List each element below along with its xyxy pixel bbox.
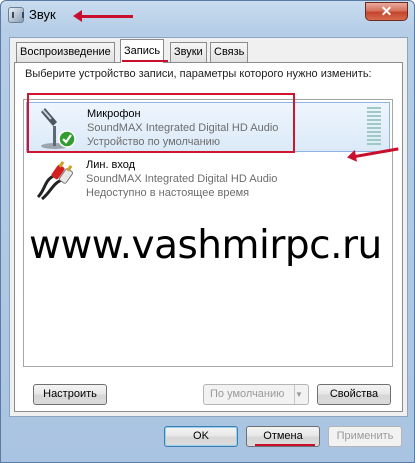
- tab-playback[interactable]: Воспроизведение: [16, 42, 115, 62]
- annotation-underline-tab: [122, 60, 168, 62]
- close-button[interactable]: ✕: [365, 2, 408, 21]
- rca-cable-icon: [36, 160, 74, 201]
- tab-communications[interactable]: Связь: [210, 42, 249, 62]
- instruction-text: Выберите устройство записи, параметры ко…: [25, 68, 372, 80]
- tab-sounds[interactable]: Звуки: [170, 42, 207, 62]
- speaker-icon: [8, 7, 24, 23]
- title-bar[interactable]: Звук ✕: [1, 1, 414, 29]
- annotation-underline-cancel: [255, 444, 315, 446]
- set-default-button[interactable]: По умолчанию ▼: [203, 384, 309, 405]
- set-default-label: По умолчанию: [210, 388, 285, 400]
- level-meter: [367, 107, 381, 149]
- device-driver: SoundMAX Integrated Digital HD Audio: [86, 173, 278, 185]
- annotation-arrow-title: [73, 10, 133, 22]
- configure-button[interactable]: Настроить: [33, 384, 107, 405]
- device-status: Недоступно в настоящее время: [86, 187, 250, 199]
- sound-dialog-window: Звук ✕ Воспроизведение Запись Звуки Связ…: [0, 0, 415, 463]
- watermark-text: www.vashmirpc.ru: [29, 223, 382, 268]
- ok-button[interactable]: OK: [164, 426, 238, 447]
- chevron-down-icon[interactable]: ▼: [294, 385, 308, 404]
- properties-button[interactable]: Свойства: [317, 384, 391, 405]
- apply-button[interactable]: Применить: [328, 426, 402, 447]
- device-name: Лин. вход: [86, 159, 136, 171]
- annotation-highlight-box: [27, 93, 295, 153]
- window-title: Звук: [29, 7, 56, 22]
- list-item-line-in[interactable]: Лин. вход SoundMAX Integrated Digital HD…: [26, 154, 390, 204]
